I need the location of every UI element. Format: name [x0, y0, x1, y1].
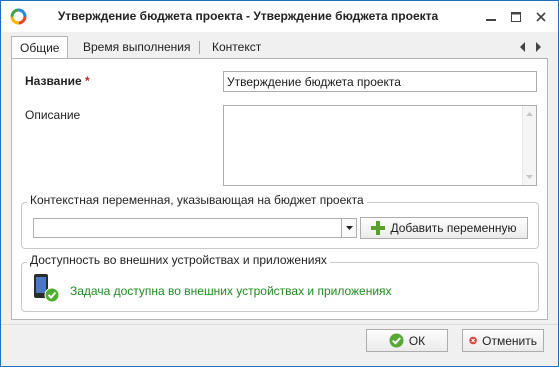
name-label: Название *	[25, 74, 90, 88]
checkmark-icon	[389, 333, 404, 348]
ok-label: ОК	[408, 333, 426, 348]
context-variable-select[interactable]	[33, 218, 357, 238]
footer-divider	[1, 324, 558, 325]
maximize-icon	[511, 12, 521, 22]
scroll-down-icon	[526, 175, 533, 179]
dialog-window: Утверждение бюджета проекта - Утверждени…	[0, 0, 559, 367]
minimize-button[interactable]	[481, 7, 501, 27]
tab-separator	[199, 41, 200, 54]
mobile-device-check-icon	[33, 273, 61, 303]
availability-status-text: Задача доступна во внешних устройствах и…	[70, 284, 392, 298]
window-title: Утверждение бюджета проекта - Утверждени…	[57, 9, 439, 23]
maximize-button[interactable]	[506, 7, 526, 27]
general-tab-panel: Название * Описание Контекстная переменн…	[11, 58, 548, 320]
availability-group-title: Доступность во внешних устройствах и при…	[27, 253, 330, 267]
tab-execution-time[interactable]: Время выполнения	[75, 36, 198, 58]
tab-strip: Общие Время выполнения Контекст	[11, 36, 548, 59]
plus-icon	[371, 221, 386, 235]
context-variable-group-title: Контекстная переменная, указывающая на б…	[27, 193, 367, 207]
description-textarea[interactable]	[223, 105, 537, 186]
required-mark: *	[85, 74, 90, 88]
chevron-down-icon	[345, 226, 353, 230]
cancel-label: Отменить	[482, 333, 537, 348]
close-icon	[536, 12, 546, 22]
scroll-up-icon	[526, 112, 533, 116]
context-variable-dropdown-button[interactable]	[341, 219, 356, 237]
tab-general[interactable]: Общие	[11, 36, 69, 59]
add-variable-label: Добавить переменную	[390, 221, 517, 235]
tab-context[interactable]: Контекст	[204, 36, 269, 58]
name-input[interactable]	[223, 71, 537, 92]
description-label: Описание	[25, 108, 81, 122]
cancel-icon	[469, 336, 477, 345]
tab-scroll-right-icon[interactable]	[533, 41, 543, 53]
dialog-body: Общие Время выполнения Контекст Название…	[1, 32, 558, 366]
close-button[interactable]	[531, 7, 551, 27]
ok-button[interactable]: ОК	[366, 329, 448, 352]
description-scrollbar[interactable]	[522, 106, 536, 185]
minimize-icon	[486, 19, 496, 21]
tab-scroll-left-icon[interactable]	[518, 41, 528, 53]
cancel-button[interactable]: Отменить	[462, 329, 544, 352]
title-bar: Утверждение бюджета проекта - Утверждени…	[1, 1, 558, 32]
name-label-text: Название	[25, 74, 82, 88]
add-variable-button[interactable]: Добавить переменную	[360, 217, 528, 239]
